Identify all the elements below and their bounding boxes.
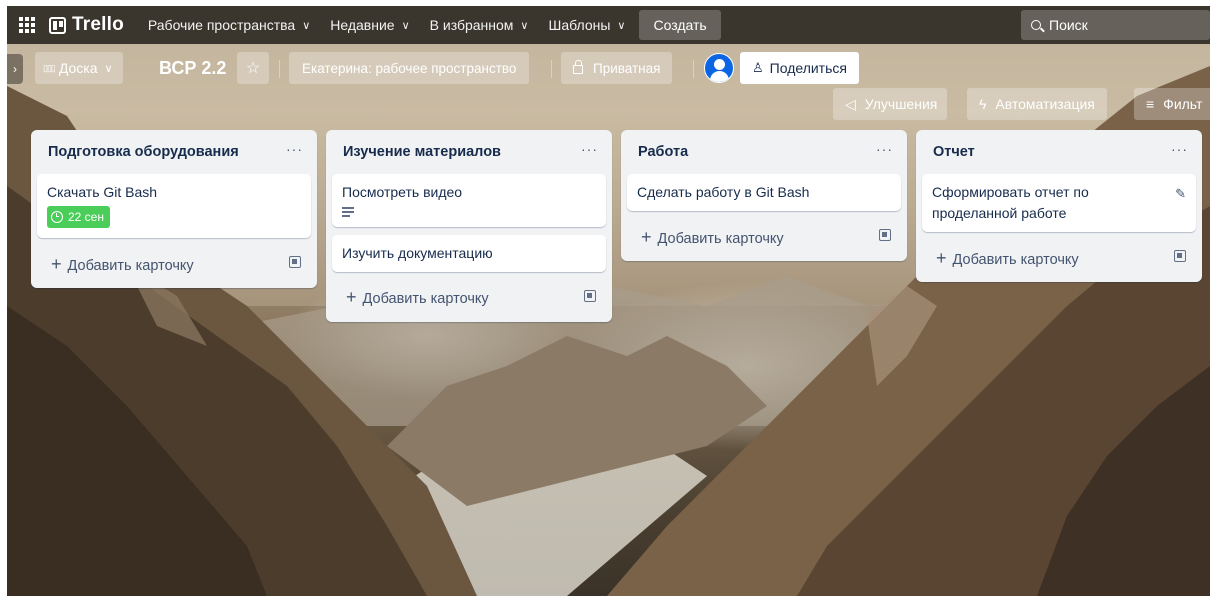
card[interactable]: Сделать работу в Git Bash (627, 174, 901, 211)
star-icon[interactable]: ☆ (237, 52, 269, 84)
card-title: Сделать работу в Git Bash (637, 184, 810, 200)
rocket-icon: ◁ (845, 95, 856, 112)
logo-text: Trello (72, 14, 124, 35)
plus-icon: + (346, 287, 357, 308)
board-title[interactable]: ВСР 2.2 (153, 52, 232, 84)
list-header: Изучение материалов ··· (332, 130, 606, 174)
view-switcher-button[interactable]: ▯▯▯ Доска ∨ (35, 52, 123, 84)
card-template-icon[interactable] (879, 229, 891, 241)
list-rabota: Работа ··· Сделать работу в Git Bash + До… (621, 130, 907, 261)
add-person-icon: ♙ (752, 60, 764, 75)
power-ups-button[interactable]: ◁ Улучшения (833, 88, 948, 120)
plus-icon: + (51, 253, 62, 274)
card-template-icon[interactable] (289, 256, 301, 268)
power-ups-label: Улучшения (864, 96, 938, 112)
card[interactable]: Скачать Git Bash 22 сен (37, 174, 311, 238)
nav-recent[interactable]: Недавние ∨ (320, 9, 419, 41)
chevron-down-icon: ∨ (520, 19, 529, 32)
card-title: Посмотреть видео (342, 184, 463, 200)
top-navigation: Trello Рабочие пространства ∨ Недавние ∨… (7, 6, 1210, 44)
list-menu-icon[interactable]: ··· (581, 141, 598, 163)
card[interactable]: Сформировать отчет по проделанной работе… (922, 174, 1196, 232)
chevron-down-icon: ∨ (104, 62, 113, 75)
list-otchet: Отчет ··· Сформировать отчет по проделан… (916, 130, 1202, 282)
clock-icon (51, 211, 63, 223)
trello-logo[interactable]: Trello (49, 14, 124, 36)
avatar[interactable] (704, 53, 734, 83)
nav-workspaces[interactable]: Рабочие пространства ∨ (138, 9, 320, 41)
nav-workspaces-label: Рабочие пространства (147, 17, 296, 33)
filter-button[interactable]: ≡ Фильт (1134, 88, 1210, 120)
board-view-icon: ▯▯▯ (43, 62, 56, 73)
create-button[interactable]: Создать (639, 10, 721, 40)
automation-label: Автоматизация (995, 96, 1095, 112)
chevron-down-icon: ∨ (302, 19, 311, 32)
card-template-icon[interactable] (584, 289, 596, 302)
view-label: Доска (58, 60, 98, 76)
list-title[interactable]: Изучение материалов (343, 144, 501, 160)
divider (551, 60, 552, 78)
visibility-label: Приватная (593, 60, 661, 76)
add-card-button[interactable]: + Добавить карточку (332, 280, 606, 316)
filter-label: Фильт (1163, 96, 1203, 112)
description-icon (342, 207, 354, 217)
nav-starred[interactable]: В избранном ∨ (420, 9, 539, 41)
due-date-label: 22 сен (68, 209, 104, 224)
card[interactable]: Изучить документацию (332, 234, 606, 272)
nav-templates-label: Шаблоны (548, 17, 611, 33)
pencil-icon[interactable]: ✎ (1175, 183, 1186, 204)
card[interactable]: Посмотреть видео (332, 174, 606, 227)
divider (693, 60, 694, 78)
sidebar-expand-button[interactable]: › (7, 54, 23, 84)
chevron-down-icon: ∨ (401, 19, 410, 32)
add-card-button[interactable]: + Добавить карточку (922, 240, 1196, 276)
share-label: Поделиться (769, 60, 847, 76)
due-date-badge[interactable]: 22 сен (47, 206, 110, 228)
list-izuchenie: Изучение материалов ··· Посмотреть видео… (326, 130, 612, 322)
nav-recent-label: Недавние (330, 17, 395, 33)
list-menu-icon[interactable]: ··· (876, 141, 893, 163)
workspace-button[interactable]: Екатерина: рабочее пространство (289, 52, 530, 84)
automation-button[interactable]: ϟ Автоматизация (967, 88, 1107, 120)
visibility-button[interactable]: Приватная (561, 52, 673, 84)
add-card-button[interactable]: + Добавить карточку (37, 246, 311, 282)
list-header: Подготовка оборудования ··· (37, 130, 311, 174)
chevron-down-icon: ∨ (617, 19, 626, 32)
add-card-label: Добавить карточку (952, 251, 1079, 268)
nav-starred-label: В избранном (429, 17, 514, 33)
search-placeholder: Поиск (1049, 17, 1088, 33)
lock-icon (573, 60, 583, 74)
add-card-label: Добавить карточку (657, 230, 784, 247)
share-button[interactable]: ♙ Поделиться (740, 52, 859, 84)
plus-icon: + (641, 226, 652, 247)
list-title[interactable]: Работа (638, 144, 688, 160)
board-header: › ▯▯▯ Доска ∨ ВСР 2.2 ☆ Екатерина: рабоч… (7, 52, 1210, 120)
add-card-button[interactable]: + Добавить карточку (627, 219, 901, 255)
plus-icon: + (936, 247, 947, 268)
card-template-icon[interactable] (1174, 250, 1186, 262)
trello-logo-icon (49, 16, 66, 34)
app-switcher-icon[interactable] (11, 9, 43, 41)
lightning-icon: ϟ (979, 96, 987, 112)
search-icon (1031, 20, 1041, 30)
list-title[interactable]: Отчет (933, 144, 975, 160)
list-podgotovka: Подготовка оборудования ··· Скачать Git … (31, 130, 317, 288)
nav-templates[interactable]: Шаблоны ∨ (538, 9, 635, 41)
search-input[interactable]: Поиск (1021, 10, 1210, 40)
list-title[interactable]: Подготовка оборудования (48, 144, 239, 160)
list-header: Отчет ··· (922, 130, 1196, 174)
add-card-label: Добавить карточку (362, 291, 489, 308)
divider (279, 60, 280, 78)
filter-icon: ≡ (1146, 96, 1155, 112)
list-header: Работа ··· (627, 130, 901, 174)
card-title: Сформировать отчет по проделанной работе (932, 184, 1089, 221)
card-title: Изучить документацию (342, 244, 493, 261)
list-menu-icon[interactable]: ··· (286, 141, 303, 163)
add-card-label: Добавить карточку (67, 257, 194, 274)
card-title: Скачать Git Bash (47, 184, 158, 200)
app-window: Trello Рабочие пространства ∨ Недавние ∨… (7, 6, 1210, 596)
list-menu-icon[interactable]: ··· (1171, 141, 1188, 163)
chevron-right-icon: › (13, 62, 17, 76)
